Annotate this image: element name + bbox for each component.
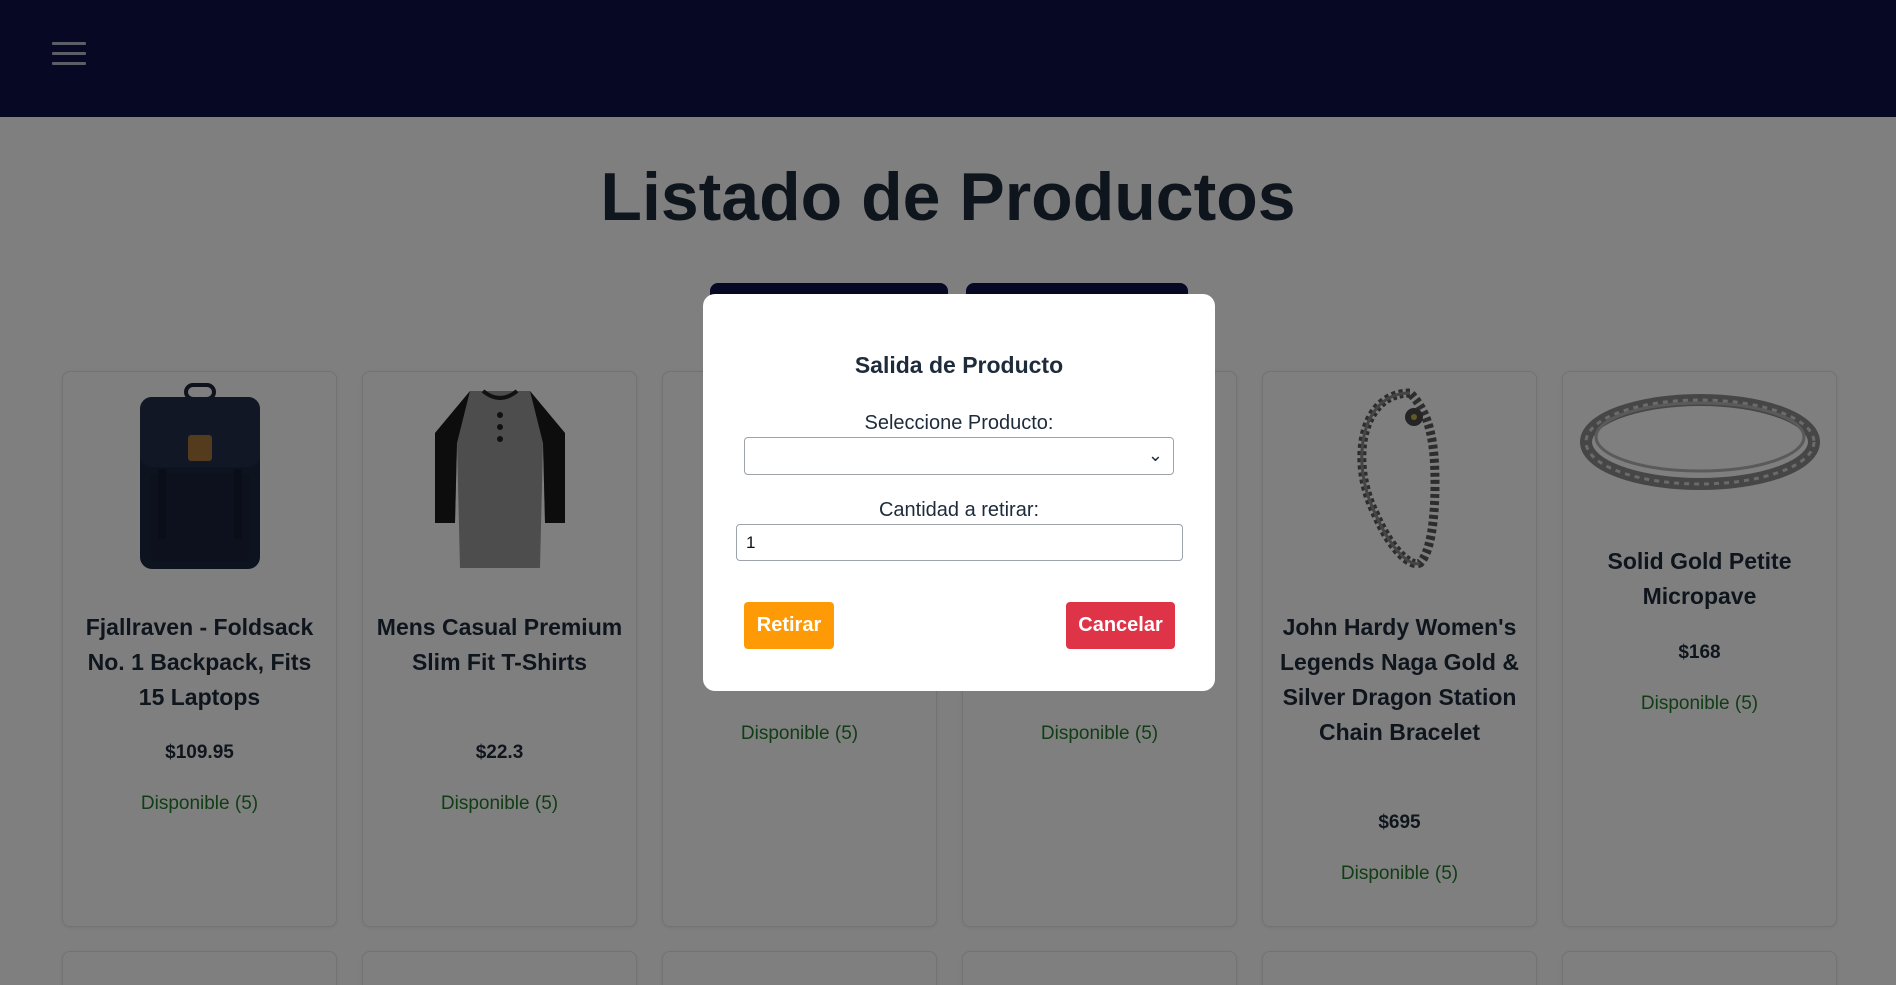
quantity-label: Cantidad a retirar: — [878, 499, 1040, 521]
withdraw-product-modal: Salida de Producto Seleccione Producto: … — [703, 294, 1215, 691]
quantity-input[interactable]: 1 — [736, 524, 1183, 561]
withdraw-button[interactable]: Retirar — [744, 602, 834, 649]
product-select-label: Seleccione Producto: — [864, 412, 1054, 434]
modal-title: Salida de Producto — [854, 352, 1064, 378]
product-select[interactable]: ⌄ — [744, 437, 1174, 475]
cancel-button[interactable]: Cancelar — [1066, 602, 1175, 649]
chevron-down-icon: ⌄ — [1147, 445, 1163, 465]
